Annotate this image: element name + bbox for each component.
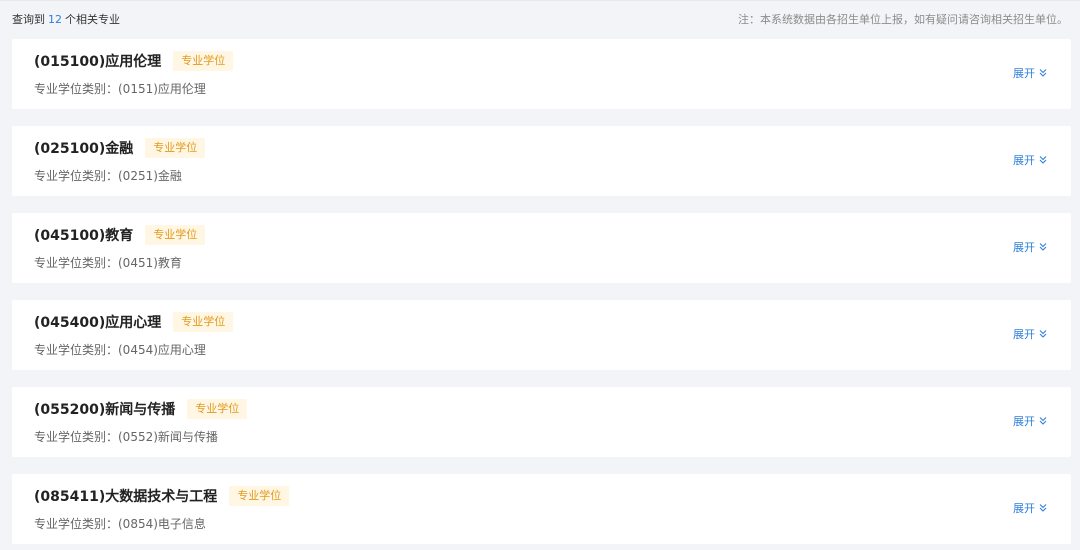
- major-card: (085411)大数据技术与工程 专业学位 专业学位类别：(0854)电子信息 …: [12, 474, 1071, 544]
- expand-label: 展开: [1013, 502, 1035, 515]
- expand-button[interactable]: 展开: [1013, 65, 1047, 81]
- expand-button[interactable]: 展开: [1013, 326, 1047, 342]
- disclaimer-note: 注：本系统数据由各招生单位上报，如有疑问请咨询相关招生单位。: [738, 13, 1068, 26]
- chevron-double-down-icon: [1039, 243, 1047, 251]
- degree-type-badge: 专业学位: [173, 51, 234, 71]
- expand-label: 展开: [1013, 67, 1035, 80]
- major-title: (055200)新闻与传播: [34, 402, 176, 418]
- chevron-double-down-icon: [1039, 417, 1047, 425]
- chevron-double-down-icon: [1039, 156, 1047, 164]
- search-results-page: 查询到 12 个相关专业 注：本系统数据由各招生单位上报，如有疑问请咨询相关招生单位…: [0, 0, 1080, 550]
- expand-label: 展开: [1013, 415, 1035, 428]
- major-title-row: (085411)大数据技术与工程 专业学位: [34, 485, 290, 507]
- expand-label: 展开: [1013, 328, 1035, 341]
- major-category: 专业学位类别：(0151)应用伦理: [34, 82, 206, 96]
- major-title: (045400)应用心理: [34, 315, 162, 331]
- major-card: (045100)教育 专业学位 专业学位类别：(0451)教育 展开: [12, 213, 1071, 283]
- results-summary-bar: 查询到 12 个相关专业 注：本系统数据由各招生单位上报，如有疑问请咨询相关招生单位…: [12, 1, 1068, 37]
- degree-type-badge: 专业学位: [145, 138, 206, 158]
- major-category: 专业学位类别：(0552)新闻与传播: [34, 430, 218, 444]
- major-card: (015100)应用伦理 专业学位 专业学位类别：(0151)应用伦理 展开: [12, 39, 1071, 109]
- major-card: (055200)新闻与传播 专业学位 专业学位类别：(0552)新闻与传播 展开: [12, 387, 1071, 457]
- chevron-double-down-icon: [1039, 69, 1047, 77]
- expand-button[interactable]: 展开: [1013, 152, 1047, 168]
- major-list: (015100)应用伦理 专业学位 专业学位类别：(0151)应用伦理 展开 (…: [12, 39, 1071, 550]
- results-count-text: 查询到 12 个相关专业: [12, 11, 120, 27]
- results-suffix: 个相关专业: [65, 13, 120, 26]
- degree-type-badge: 专业学位: [187, 399, 248, 419]
- expand-label: 展开: [1013, 241, 1035, 254]
- major-card: (045400)应用心理 专业学位 专业学位类别：(0454)应用心理 展开: [12, 300, 1071, 370]
- major-category: 专业学位类别：(0451)教育: [34, 256, 182, 270]
- major-title-row: (045100)教育 专业学位: [34, 224, 206, 246]
- major-category: 专业学位类别：(0854)电子信息: [34, 517, 206, 531]
- major-title: (085411)大数据技术与工程: [34, 489, 218, 505]
- degree-type-badge: 专业学位: [145, 225, 206, 245]
- major-title-row: (015100)应用伦理 专业学位: [34, 50, 234, 72]
- results-prefix: 查询到: [12, 13, 45, 26]
- major-category: 专业学位类别：(0454)应用心理: [34, 343, 206, 357]
- major-category: 专业学位类别：(0251)金融: [34, 169, 182, 183]
- degree-type-badge: 专业学位: [229, 486, 290, 506]
- major-title-row: (055200)新闻与传播 专业学位: [34, 398, 248, 420]
- major-title: (025100)金融: [34, 141, 134, 157]
- major-title: (045100)教育: [34, 228, 134, 244]
- expand-button[interactable]: 展开: [1013, 239, 1047, 255]
- major-title-row: (045400)应用心理 专业学位: [34, 311, 234, 333]
- degree-type-badge: 专业学位: [173, 312, 234, 332]
- expand-label: 展开: [1013, 154, 1035, 167]
- chevron-double-down-icon: [1039, 330, 1047, 338]
- expand-button[interactable]: 展开: [1013, 413, 1047, 429]
- major-card: (025100)金融 专业学位 专业学位类别：(0251)金融 展开: [12, 126, 1071, 196]
- major-title: (015100)应用伦理: [34, 54, 162, 70]
- expand-button[interactable]: 展开: [1013, 500, 1047, 516]
- major-title-row: (025100)金融 专业学位: [34, 137, 206, 159]
- results-count: 12: [48, 13, 62, 26]
- chevron-double-down-icon: [1039, 504, 1047, 512]
